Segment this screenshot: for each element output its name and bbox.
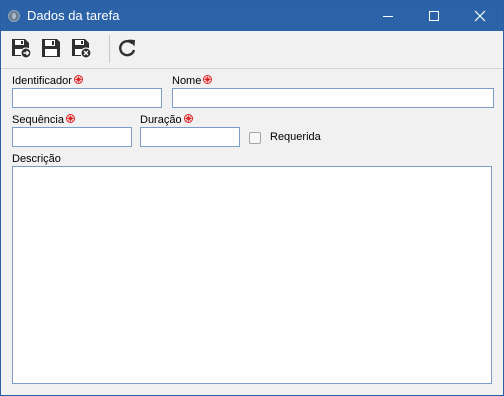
required-marker-icon	[183, 114, 193, 123]
save-close-icon	[72, 39, 92, 59]
toolbar	[1, 31, 503, 69]
name-label: Nome	[172, 75, 213, 87]
close-button[interactable]	[457, 1, 503, 31]
refresh-button[interactable]	[114, 34, 140, 62]
required-marker-icon	[66, 114, 75, 123]
sequence-label: Sequência	[12, 114, 75, 126]
minimize-button[interactable]	[365, 1, 411, 31]
identifier-label-text: Identificador	[12, 75, 72, 87]
required-checkbox-label[interactable]: Requerida	[270, 131, 321, 143]
name-input[interactable]	[172, 88, 494, 108]
save-new-icon	[12, 39, 32, 59]
duration-label-text: Duração	[140, 114, 182, 126]
required-marker-icon	[203, 75, 213, 84]
maximize-icon	[429, 11, 439, 21]
identifier-input[interactable]	[12, 88, 162, 108]
required-checkbox[interactable]	[249, 132, 261, 144]
save-close-button[interactable]	[68, 34, 94, 62]
save-new-button[interactable]	[8, 34, 34, 62]
save-button[interactable]	[38, 34, 64, 62]
save-icon	[42, 39, 60, 57]
identifier-label: Identificador	[12, 75, 83, 87]
maximize-button[interactable]	[411, 1, 457, 31]
required-marker-icon	[73, 75, 83, 84]
description-label: Descrição	[12, 153, 61, 165]
window-title: Dados da tarefa	[27, 8, 120, 23]
minimize-icon	[383, 16, 393, 17]
app-globe-icon	[8, 10, 20, 22]
sequence-input[interactable]	[12, 127, 132, 147]
name-label-text: Nome	[172, 75, 202, 87]
toolbar-separator	[109, 35, 110, 63]
close-icon	[474, 10, 486, 22]
form-panel: Identificador Nome Sequência Duração Req…	[1, 69, 503, 395]
sequence-label-text: Sequência	[12, 114, 64, 126]
task-data-window: Dados da tarefa Identificador Nome Sequê…	[0, 0, 504, 396]
duration-input[interactable]	[140, 127, 240, 147]
refresh-icon	[119, 39, 136, 57]
description-textarea[interactable]	[12, 166, 492, 384]
duration-label: Duração	[140, 114, 193, 126]
title-bar[interactable]: Dados da tarefa	[1, 1, 503, 31]
